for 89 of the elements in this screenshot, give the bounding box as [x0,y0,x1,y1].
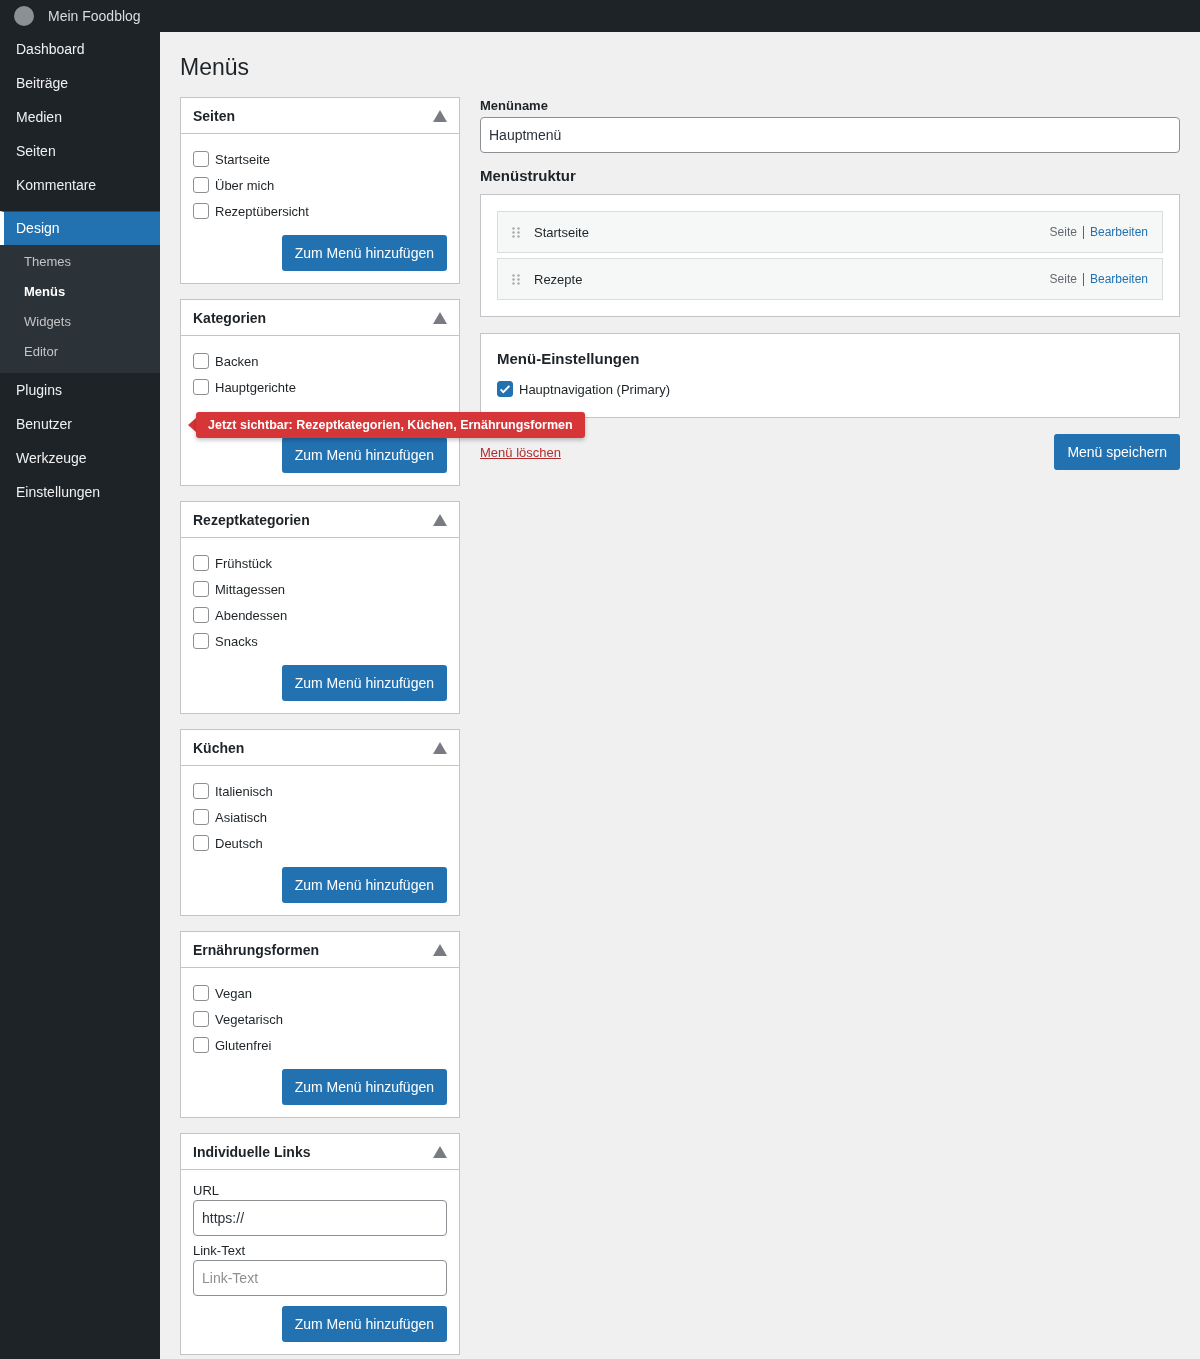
collapse-icon[interactable] [433,943,447,956]
checkbox-label: Hauptgerichte [215,379,296,395]
panel-title: Kategorien [193,309,267,326]
collapse-icon[interactable] [433,311,447,324]
menu-item[interactable]: Startseite Seite Bearbeiten [497,211,1163,253]
checkbox[interactable] [193,203,209,219]
site-title[interactable]: Mein Foodblog [48,8,141,24]
checkbox-label: Deutsch [215,835,263,851]
checkbox[interactable] [193,783,209,799]
checkbox-label: Glutenfrei [215,1037,272,1053]
section-title: Menü-Einstellungen [497,350,640,367]
checkbox[interactable] [193,555,209,571]
checkbox[interactable] [193,809,209,825]
drag-handle-icon[interactable] [512,273,520,285]
checkbox-label: Rezeptübersicht [215,203,309,219]
checkbox[interactable] [193,177,209,193]
delete-menu-link[interactable]: Menü löschen [480,444,561,460]
input-field[interactable]: https:// [193,1200,447,1236]
field-label: URL [193,1182,220,1200]
sidebar-item[interactable]: Medien [0,100,160,134]
add-to-menu-button[interactable]: Zum Menü hinzufügen [281,437,447,473]
page-title: Menüs [180,53,250,82]
add-to-menu-button[interactable]: Zum Menü hinzufügen [281,867,447,903]
checkbox[interactable] [193,985,209,1001]
panel-title: Küchen [193,739,245,756]
add-to-menu-button[interactable]: Zum Menü hinzufügen [281,1306,447,1342]
submenu-item[interactable]: Menüs [0,277,160,307]
save-menu-button[interactable]: Menü speichern [1054,434,1180,470]
input-field[interactable]: Link-Text [193,1260,447,1296]
sidebar-item[interactable]: Einstellungen [0,475,160,509]
checkbox-label: Vegetarisch [215,1011,283,1027]
edit-link[interactable]: Bearbeiten [1082,272,1148,286]
checkbox-label: Über mich [215,177,275,193]
checkbox-label: Backen [215,353,259,369]
checkbox[interactable] [193,353,209,369]
checkbox-label: Abendessen [215,607,288,623]
checkbox-label: Italienisch [215,783,273,799]
checkbox-label: Startseite [215,151,270,167]
checkbox-label: Asiatisch [215,809,268,825]
item-type: Seite [1049,272,1077,286]
checkbox[interactable] [193,379,209,395]
sidebar-item[interactable]: Beiträge [0,66,160,100]
checkbox[interactable] [193,1037,209,1053]
section-title: Menüstruktur [480,167,576,184]
add-to-menu-button[interactable]: Zum Menü hinzufügen [281,1069,447,1105]
panel-title: Individuelle Links [193,1143,311,1160]
collapse-icon[interactable] [433,513,447,526]
menu-item[interactable]: Rezepte Seite Bearbeiten [497,258,1163,300]
sidebar-item[interactable]: Werkzeuge [0,441,160,475]
avatar-icon[interactable] [14,6,34,26]
sidebar-item[interactable]: Dashboard [0,32,160,66]
submenu-item[interactable]: Editor [0,337,160,367]
menu-name-field[interactable]: Hauptmenü [480,117,1180,153]
tooltip-pointer-icon [188,418,196,432]
sidebar-item[interactable]: Kommentare [0,168,160,202]
checkbox-label: Mittagessen [215,581,286,597]
submenu-item[interactable]: Themes [0,247,160,277]
checkbox[interactable] [193,633,209,649]
checkbox-label: Hauptnavigation (Primary) [519,381,670,397]
checkbox-label: Snacks [215,633,258,649]
notice-tooltip: Jetzt sichtbar: Rezeptkategorien, Küchen, Ernährungsformen [188,412,585,438]
checkbox[interactable] [193,151,209,167]
panel-title: Rezeptkategorien [193,511,310,528]
checkbox[interactable] [193,1011,209,1027]
panel-title: Seiten [193,107,235,124]
field-label: Menüname [480,98,548,113]
sidebar-item[interactable]: Benutzer [0,407,160,441]
checkbox[interactable] [193,581,209,597]
checkbox[interactable] [193,835,209,851]
field-label: Link-Text [193,1242,247,1260]
edit-link[interactable]: Bearbeiten [1082,225,1148,239]
add-to-menu-button[interactable]: Zum Menü hinzufügen [281,665,447,701]
checkbox-label: Vegan [215,985,252,1001]
panel-title: Ernährungsformen [193,941,319,958]
collapse-icon[interactable] [433,1145,447,1158]
checkbox[interactable] [497,381,513,397]
checkbox[interactable] [193,607,209,623]
submenu-item[interactable]: Widgets [0,307,160,337]
item-type: Seite [1049,225,1077,239]
checkbox-label: Frühstück [215,555,273,571]
add-to-menu-button[interactable]: Zum Menü hinzufügen [281,235,447,271]
collapse-icon[interactable] [433,109,447,122]
drag-handle-icon[interactable] [512,226,520,238]
menu-item-title: Startseite [534,224,589,240]
collapse-icon[interactable] [433,741,447,754]
sidebar-item[interactable]: Plugins [0,373,160,407]
menu-item-title: Rezepte [534,271,583,287]
sidebar-item[interactable]: Design [0,211,160,245]
sidebar-item[interactable]: Seiten [0,134,160,168]
